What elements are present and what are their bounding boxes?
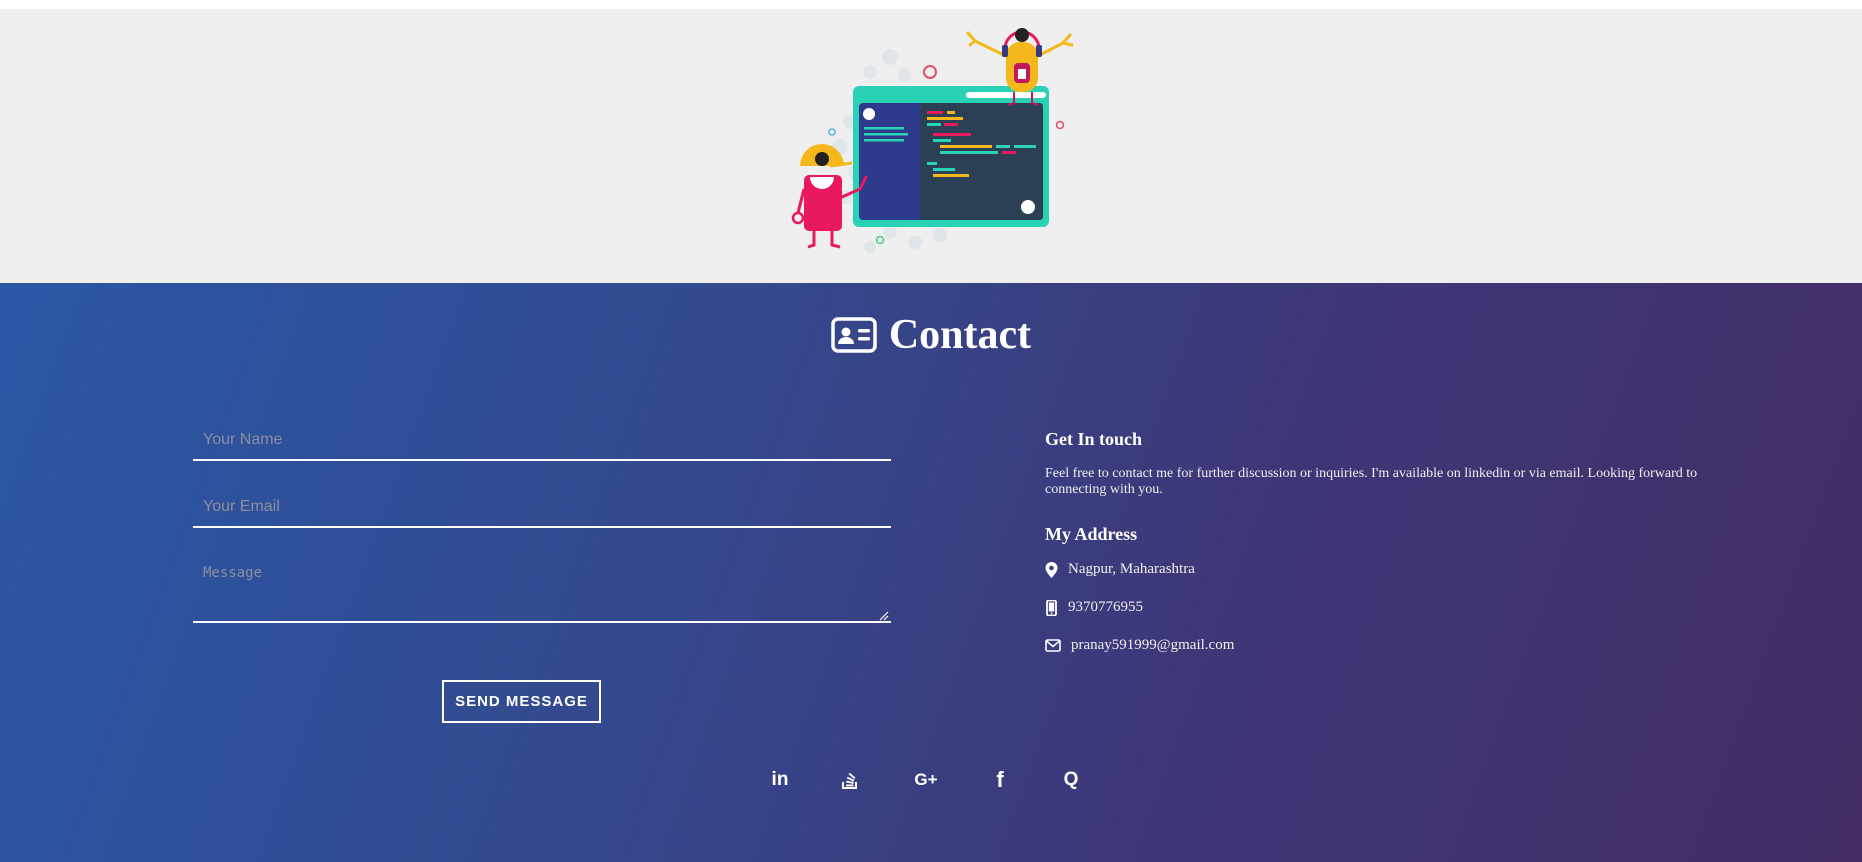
google-plus-icon[interactable]: G+ <box>914 768 938 792</box>
social-links: in G+ f Q <box>0 767 1862 792</box>
get-in-touch-heading: Get In touch <box>1045 429 1143 449</box>
stackoverflow-icon[interactable] <box>838 768 862 792</box>
page-title-text: Contact <box>888 312 1032 358</box>
contact-info: Get In touch Feel free to contact me for… <box>1045 429 1705 653</box>
location-text: Nagpur, Maharashtra <box>1068 561 1195 577</box>
map-marker-icon <box>1045 561 1058 578</box>
get-in-touch-description: Feel free to contact me for further disc… <box>1045 466 1698 497</box>
email-text[interactable]: pranay591999@gmail.com <box>1071 637 1234 654</box>
location-row: Nagpur, Maharashtra <box>1045 561 1195 578</box>
resize-handle-icon[interactable] <box>879 611 889 621</box>
message-textarea[interactable] <box>193 559 891 623</box>
name-input[interactable] <box>193 421 891 461</box>
quora-icon[interactable]: Q <box>1059 768 1083 792</box>
address-heading: My Address <box>1045 524 1138 544</box>
page-title: Contact <box>831 311 1031 359</box>
phone-row: 9370776955 <box>1045 599 1143 616</box>
hero-section <box>0 9 1862 283</box>
contact-section: Contact SEND MESSAGE Get In touch Feel f… <box>0 283 1862 862</box>
contact-header: Contact <box>0 311 1862 359</box>
linkedin-icon[interactable]: in <box>768 768 792 792</box>
phone-text: 9370776955 <box>1068 599 1143 615</box>
send-message-button[interactable]: SEND MESSAGE <box>442 680 601 723</box>
top-bar <box>0 0 1862 9</box>
envelope-icon <box>1045 639 1061 652</box>
facebook-icon[interactable]: f <box>988 767 1012 792</box>
contact-card-icon <box>831 317 877 353</box>
mobile-phone-icon <box>1046 599 1057 616</box>
developer-illustration <box>791 28 1074 253</box>
email-input[interactable] <box>193 488 891 528</box>
email-row: pranay591999@gmail.com <box>1045 637 1234 654</box>
